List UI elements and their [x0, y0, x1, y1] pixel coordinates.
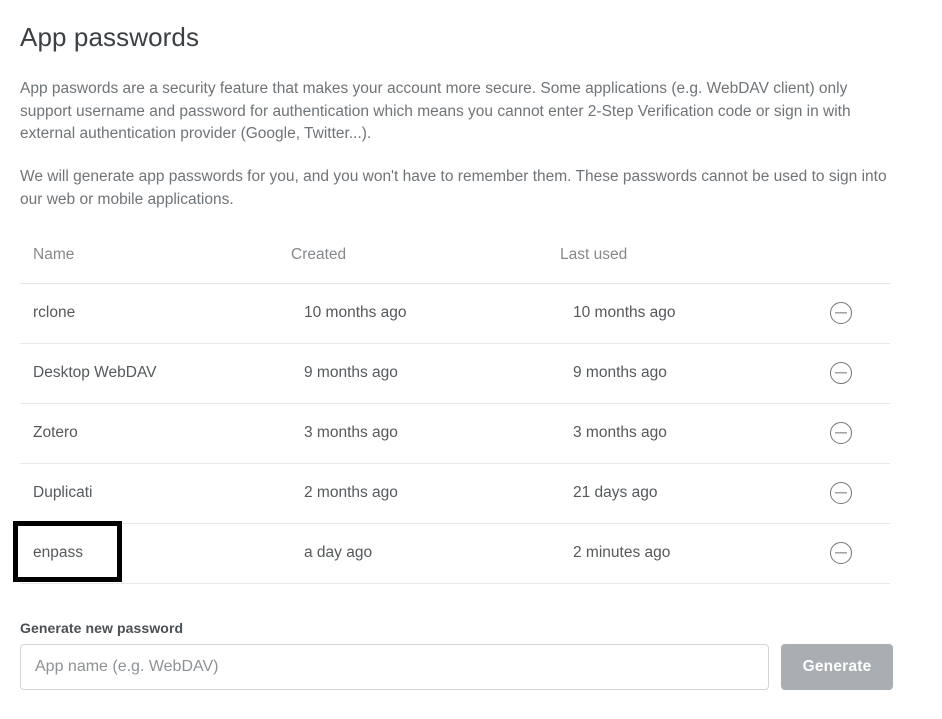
generate-button[interactable]: Generate [781, 644, 893, 690]
app-name-label: Duplicati [33, 484, 93, 501]
created-label: 3 months ago [304, 424, 398, 441]
cell-created: 2 months ago [291, 463, 560, 524]
minus-circle-icon[interactable] [830, 482, 852, 504]
table-row: rclone 10 months ago 10 months ago [20, 283, 890, 344]
app-name-label: Desktop WebDAV [33, 364, 157, 381]
cell-actions [830, 463, 890, 524]
cell-last-used: 10 months ago [560, 283, 830, 344]
app-name-label: Zotero [33, 424, 78, 441]
cell-name: enpass [20, 523, 291, 584]
cell-last-used: 3 months ago [560, 403, 830, 464]
app-name-label: enpass [33, 544, 83, 561]
minus-circle-icon[interactable] [830, 422, 852, 444]
created-label: 10 months ago [304, 304, 407, 321]
table-row: Zotero 3 months ago 3 months ago [20, 403, 890, 464]
column-header-last-used: Last used [560, 246, 830, 284]
last-used-label: 21 days ago [573, 484, 658, 501]
last-used-label: 10 months ago [573, 304, 676, 321]
generate-new-password-label: Generate new password [20, 620, 184, 636]
table-row: Duplicati 2 months ago 21 days ago [20, 463, 890, 524]
created-label: a day ago [304, 544, 373, 561]
app-name-label: rclone [33, 304, 76, 321]
last-used-label: 9 months ago [573, 364, 667, 381]
cell-last-used: 9 months ago [560, 343, 830, 404]
table-row: Desktop WebDAV 9 months ago 9 months ago [20, 343, 890, 404]
table-row-highlighted: enpass a day ago 2 minutes ago [20, 523, 890, 584]
cell-created: 3 months ago [291, 403, 560, 464]
cell-actions [830, 403, 890, 464]
table-body: rclone 10 months ago 10 months ago Deskt… [20, 283, 890, 584]
app-passwords-page: App passwords App paswords are a securit… [0, 0, 942, 719]
column-header-created: Created [291, 246, 560, 284]
column-header-actions [830, 246, 890, 284]
column-header-name: Name [20, 246, 291, 284]
cell-created: 9 months ago [291, 343, 560, 404]
cell-name: Duplicati [20, 463, 291, 524]
cell-actions [830, 523, 890, 584]
cell-actions [830, 283, 890, 344]
app-passwords-table-container: Name Created Last used rclone 10 months … [20, 246, 890, 584]
last-used-label: 3 months ago [573, 424, 667, 441]
minus-circle-icon[interactable] [830, 362, 852, 384]
cell-last-used: 21 days ago [560, 463, 830, 524]
cell-created: 10 months ago [291, 283, 560, 344]
minus-circle-icon[interactable] [830, 542, 852, 564]
cell-name: rclone [20, 283, 291, 344]
intro-paragraph-2: We will generate app passwords for you, … [20, 168, 887, 208]
minus-circle-icon[interactable] [830, 302, 852, 324]
last-used-label: 2 minutes ago [573, 544, 671, 561]
created-label: 9 months ago [304, 364, 398, 381]
cell-name: Desktop WebDAV [20, 343, 291, 404]
page-title: App passwords [20, 22, 200, 52]
app-name-input[interactable] [20, 644, 769, 690]
created-label: 2 months ago [304, 484, 398, 501]
table-header-row: Name Created Last used [20, 246, 890, 284]
cell-actions [830, 343, 890, 404]
cell-name: Zotero [20, 403, 291, 464]
cell-last-used: 2 minutes ago [560, 523, 830, 584]
app-passwords-table: Name Created Last used rclone 10 months … [20, 246, 890, 584]
cell-created: a day ago [291, 523, 560, 584]
table-header: Name Created Last used [20, 246, 890, 284]
intro-paragraph-1: App paswords are a security feature that… [20, 80, 851, 142]
